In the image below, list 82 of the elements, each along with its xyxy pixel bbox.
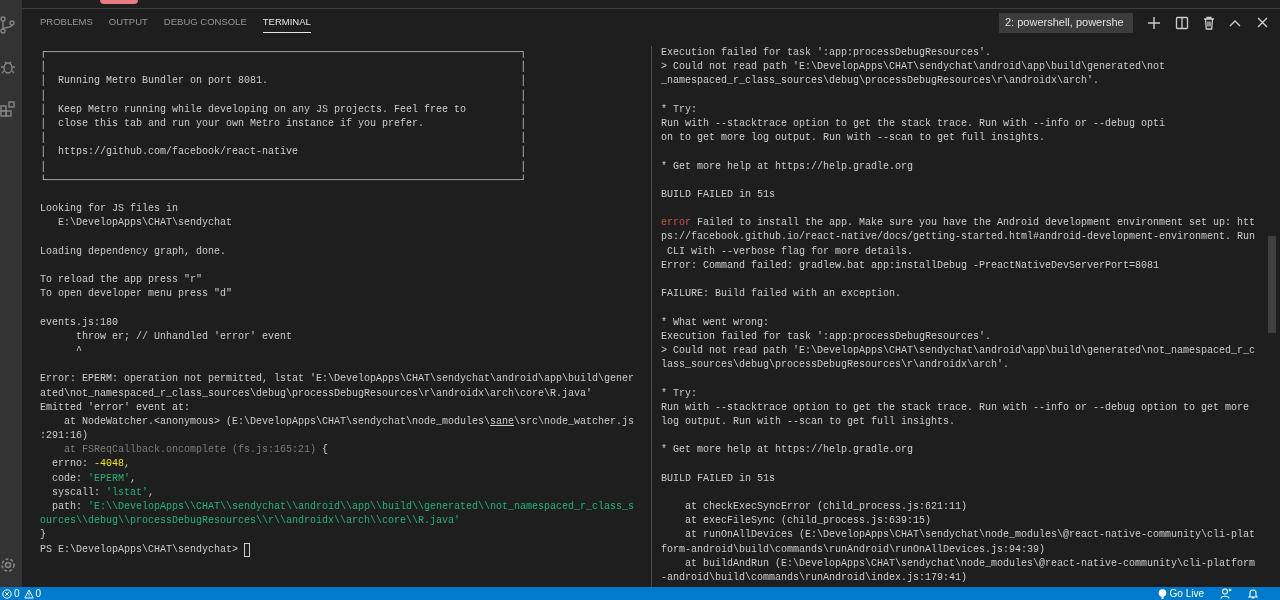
split-icon[interactable] (1175, 15, 1189, 30)
terminal-line: Error: Command failed: gradlew.bat app:installDebug -PreactNativeDevServerPort=8081 (661, 258, 1161, 273)
terminal-line: path: 'E:\\DevelopApps\\CHAT\\sendychat\\android\\app\\build\\generated\\not_namespaced_r_class_s (51, 500, 636, 514)
terminal-line: lass_sources\debug\processDebugResources\r\androidx\arch'. (661, 358, 1011, 373)
source-control-icon[interactable] (0, 16, 16, 34)
terminal-line: events.js:180 (40, 315, 119, 330)
terminal-line: BUILD FAILED in 51s (661, 471, 777, 486)
terminal-line: -android\build\commands\runAndroid\index.js:179:41) (661, 570, 969, 585)
terminal-line: Run with --stacktrace option to get the stack trace. Run with --info or --debug option to get more (661, 400, 1251, 415)
terminal-line: ^ (75, 343, 83, 358)
settings-icon[interactable] (0, 556, 16, 574)
terminal-line: at execFileSync (child_process.js:639:15) (684, 514, 933, 529)
broadcast-icon[interactable] (1157, 588, 1167, 599)
warning-count[interactable]: 0 (35, 588, 42, 599)
terminal-line: │ │ (40, 60, 528, 75)
panel-tab[interactable]: PROBLEMS (40, 12, 93, 33)
close-icon[interactable] (1257, 17, 1268, 28)
terminal-line: FAILURE: Build failed with an exception. (661, 287, 903, 302)
panel-tab[interactable]: TERMINAL (262, 12, 311, 33)
terminal-line: Emitted 'error' event at: (40, 400, 192, 415)
terminal-line: log output. Run with --scan to get full insights. (661, 414, 957, 429)
terminal-line: on to get more log output. Run with --scan to get full insights. (661, 131, 1047, 146)
terminal-line: │ close this tab and run your own Metro instance if you prefer. │ (40, 116, 528, 131)
terminal-line: Execution failed for task ':app:processDebugResources'. (661, 46, 993, 60)
terminal-line: Looking for JS files in (40, 202, 180, 217)
panel-tab[interactable]: DEBUG CONSOLE (163, 12, 247, 33)
scrollbar-thumb[interactable] (1268, 236, 1276, 333)
person-feedback-icon[interactable] (1220, 588, 1232, 599)
terminal-line: at runOnAllDevices (E:\DevelopApps\CHAT\sendychat\node_modules\@react-native-community\cli-plat (684, 528, 1257, 543)
terminal-line: ated\not_namespaced_r_class_sources\debug\processDebugResources\r\androidx\arch\core\R.java' (40, 386, 594, 401)
terminal-line: syscall: 'lstat', (51, 485, 156, 500)
terminal-line: } (40, 528, 47, 543)
go-live-button[interactable]: Go Live (1169, 588, 1204, 599)
terminal-line: * Get more help at https://help.gradle.org (661, 159, 915, 174)
terminal-line: CLI with --verbose flag for more details. (666, 244, 915, 259)
terminal-line: :291:16) (40, 429, 89, 444)
terminal-line: > Could not read path 'E:\DevelopApps\CHAT\sendychat\android\app\build\generated\not_namespaced_r_c (661, 343, 1257, 358)
terminal-line: ps://facebook.github.io/react-native/docs/getting-started.html#android-development-environment. Run (661, 230, 1257, 245)
terminal-line: throw er; // Unhandled 'error' event (75, 329, 294, 344)
terminal-line: at checkExecSyncError (child_process.js:621:11) (684, 500, 969, 514)
terminal-line: > Could not read path 'E:\DevelopApps\CHAT\sendychat\android\app\build\generated\not (661, 60, 1167, 75)
terminal-line: └───────────────────────────────────────────────────────────────────────────────┘ (40, 173, 528, 188)
extensions-icon[interactable] (0, 100, 16, 118)
caret-up-icon[interactable] (1229, 18, 1241, 27)
terminal-line: * Get more help at https://help.gradle.org (661, 443, 915, 458)
terminal-line: _namespaced_r_class_sources\debug\processDebugResources\r\androidx\arch'. (661, 74, 1101, 89)
terminal-line: * Try: (661, 386, 698, 401)
terminal-line: ources\\debug\\processDebugResources\\r\\androidx\\arch\\core\\R.java' (40, 514, 462, 529)
terminal-line: code: 'EPERM', (51, 471, 138, 486)
partial-badge (100, 0, 138, 4)
error-count[interactable]: 0 (14, 588, 20, 599)
terminal-line: Run with --stacktrace option to get the stack trace. Run with --info or --debug opti (661, 116, 1167, 131)
terminal-line: errno: -4048, (51, 457, 132, 472)
terminal-line: Loading dependency graph, done. (40, 244, 228, 259)
terminal-line: ┌───────────────────────────────────────────────────────────────────────────────┐ (40, 46, 528, 60)
terminal-line: BUILD FAILED in 51s (661, 187, 777, 202)
panel-tab[interactable]: OUTPUT (108, 12, 148, 33)
terminal-line: at FSReqCallback.oncomplete (fs.js:165:21) { (63, 443, 330, 458)
terminal-dropdown[interactable]: 2: powershell, powershe (999, 12, 1133, 33)
terminal-line: To reload the app press "r" (40, 273, 204, 287)
trash-icon[interactable] (1203, 15, 1215, 30)
plus-icon[interactable] (1147, 15, 1161, 30)
terminal-line: │ │ (40, 159, 528, 174)
terminal-line: To open developer menu press "d" (40, 287, 234, 302)
prompt-text: PS E:\DevelopApps\CHAT\sendychat> (40, 542, 240, 557)
terminal-line: │ Running Metro Bundler on port 8081. │ (40, 74, 528, 89)
terminal-line: form-android\build\commands\runAndroid\runOnAllDevices.js:94:39) (661, 542, 1047, 557)
terminal-line: │ Keep Metro running while developing on any JS projects. Feel free to │ (40, 102, 528, 117)
terminal-line: error Failed to install the app. Make sure you have the Android development environment set up: htt (661, 216, 1257, 231)
terminal-line: at buildAndRun (E:\DevelopApps\CHAT\sendychat\node_modules\@react-native-community\cli-platform (684, 556, 1257, 571)
terminal-line: * Try: (661, 102, 698, 117)
bell-icon[interactable] (1248, 588, 1258, 599)
warning-icon[interactable] (23, 588, 34, 599)
terminal-line: E:\DevelopApps\CHAT\sendychat (57, 216, 234, 231)
error-icon[interactable] (2, 588, 12, 599)
terminal-line: │ │ (40, 88, 528, 103)
terminal-line: Error: EPERM: operation not permitted, lstat 'E:\DevelopApps\CHAT\sendychat\android\app\build\gener (40, 372, 636, 387)
terminal-line: at NodeWatcher.<anonymous> (E:\DevelopApps\CHAT\sendychat\node_modules\sane\src\node_watcher.js (63, 414, 636, 429)
terminal-line: │ https://github.com/facebook/react-native │ (40, 145, 528, 160)
terminal-line: * What went wrong: (661, 315, 771, 330)
terminal-line: │ │ (40, 131, 528, 146)
terminal-line: Execution failed for task ':app:processDebugResources'. (661, 329, 993, 344)
